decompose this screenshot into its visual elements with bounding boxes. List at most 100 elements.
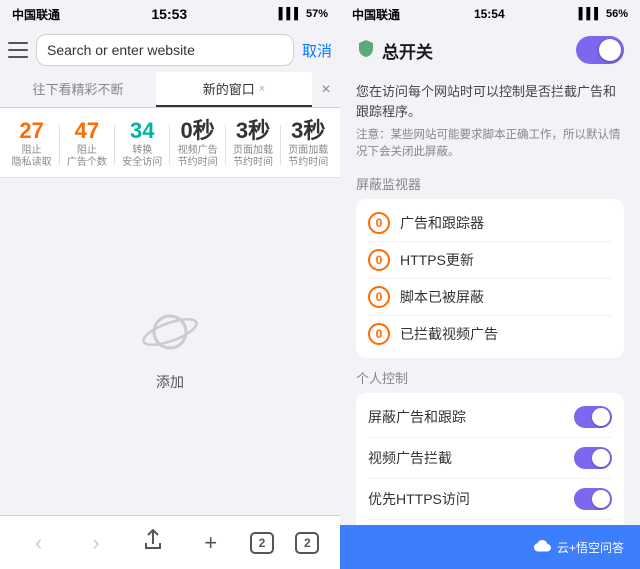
stat-item-5: 3秒 页面加载节约时间 [286, 120, 330, 169]
stat-divider-1 [114, 125, 115, 165]
left-time: 15:53 [151, 6, 187, 22]
share-icon [142, 529, 164, 556]
monitor-count-0: 0 [368, 212, 390, 234]
cloud-icon [533, 539, 551, 556]
monitor-row-3: 0 已拦截视频广告 [368, 316, 612, 352]
monitor-label-2: 脚本已被屏蔽 [400, 287, 484, 307]
monitor-row-2: 0 脚本已被屏蔽 [368, 279, 612, 316]
tab-count-badge[interactable]: 2 [250, 532, 274, 554]
monitor-label-3: 已拦截视频广告 [400, 324, 498, 344]
control-row-1: 视频广告拦截 [368, 438, 612, 479]
close-tab-button[interactable]: × [312, 72, 340, 107]
control-toggle-0[interactable] [574, 406, 612, 428]
stat-number-5: 3秒 [291, 120, 325, 142]
right-carrier: 中国联通 [352, 6, 400, 23]
tab-item-1[interactable]: 新的窗口 × [156, 72, 312, 107]
monitor-label-0: 广告和跟踪器 [400, 213, 484, 233]
right-title: 总开关 [382, 38, 433, 63]
control-section-title: 个人控制 [356, 368, 624, 387]
share-button[interactable] [135, 525, 171, 561]
left-status-bar: 中国联通 15:53 ▌▌▌ 57% [0, 0, 340, 28]
stat-item-3: 0秒 视频广告节约时间 [176, 120, 220, 169]
cancel-button[interactable]: 取消 [302, 40, 332, 61]
address-bar: 取消 [0, 28, 340, 72]
stat-number-4: 3秒 [236, 120, 270, 142]
stat-label-1: 阻止广告个数 [67, 145, 107, 169]
forward-icon: › [92, 530, 99, 556]
back-button[interactable]: ‹ [21, 525, 57, 561]
tab-count-badge-2[interactable]: 2 [295, 532, 319, 554]
control-label-1: 视频广告拦截 [368, 448, 452, 468]
left-carrier: 中国联通 [12, 6, 60, 23]
signal-icon: ▌▌▌ [279, 8, 302, 20]
note-text: 注意：某些网站可能要求脚本正确工作，所以默认情况下会关闭此屏蔽。 [356, 127, 624, 162]
add-label: 添加 [156, 372, 184, 392]
right-signal-icon: ▌▌▌ [579, 8, 602, 20]
right-panel: 中国联通 15:54 ▌▌▌ 56% 总开关 您在访问每个网站时可以控制是否拦截… [340, 0, 640, 569]
left-panel: 中国联通 15:53 ▌▌▌ 57% 取消 往下看精彩不断 新的窗口 × × [0, 0, 340, 569]
stat-number-3: 0秒 [180, 120, 214, 142]
stat-label-3: 视频广告节约时间 [178, 145, 218, 169]
stat-divider-4 [280, 125, 281, 165]
battery-icon: 57% [306, 8, 328, 20]
stat-divider-3 [225, 125, 226, 165]
monitor-card: 0 广告和跟踪器 0 HTTPS更新 0 脚本已被屏蔽 0 已拦截视频广告 [356, 199, 624, 358]
monitor-label-1: HTTPS更新 [400, 250, 474, 270]
watermark-text: 云+悟空问答 [557, 539, 624, 556]
right-header: 总开关 [340, 28, 640, 72]
left-status-icons: ▌▌▌ 57% [279, 8, 328, 20]
bottom-nav: ‹ › + 2 2 [0, 515, 340, 569]
watermark-area: 云+悟空问答 [533, 539, 624, 556]
control-card: 屏蔽广告和跟踪 视频广告拦截 优先HTTPS访问 屏蔽钓鱼网站 屏蔽脚本 [356, 393, 624, 526]
control-toggle-1[interactable] [574, 447, 612, 469]
monitor-count-2: 0 [368, 286, 390, 308]
stat-number-0: 27 [19, 120, 43, 142]
x-icon: × [321, 81, 330, 99]
stats-row: 27 阻止隐私读取 47 阻止广告个数 34 转换安全访问 0秒 视频广告节约时… [8, 120, 332, 169]
stat-label-4: 页面加载节约时间 [233, 145, 273, 169]
stat-divider-0 [59, 125, 60, 165]
main-toggle[interactable] [576, 36, 624, 64]
stat-label-5: 页面加载节约时间 [288, 145, 328, 169]
control-label-0: 屏蔽广告和跟踪 [368, 407, 466, 427]
right-time: 15:54 [474, 7, 505, 21]
tab-close-icon[interactable]: × [259, 83, 265, 95]
saturn-icon [140, 302, 200, 362]
plus-icon: + [204, 530, 217, 556]
monitor-row-0: 0 广告和跟踪器 [368, 205, 612, 242]
control-toggle-2[interactable] [574, 488, 612, 510]
right-content: 您在访问每个网站时可以控制是否拦截广告和跟踪程序。 注意：某些网站可能要求脚本正… [340, 72, 640, 525]
stat-item-0: 27 阻止隐私读取 [10, 120, 54, 169]
monitor-count-1: 0 [368, 249, 390, 271]
control-row-2: 优先HTTPS访问 [368, 479, 612, 520]
stat-label-0: 阻止隐私读取 [12, 145, 52, 169]
back-icon: ‹ [35, 530, 42, 556]
monitor-section-title: 屏蔽监视器 [356, 174, 624, 193]
right-status-icons: ▌▌▌ 56% [579, 8, 628, 20]
add-tab-button[interactable]: + [193, 525, 229, 561]
stat-number-1: 47 [75, 120, 99, 142]
stat-label-2: 转换安全访问 [122, 145, 162, 169]
tab-bar: 往下看精彩不断 新的窗口 × × [0, 72, 340, 108]
stat-divider-2 [169, 125, 170, 165]
search-box[interactable] [36, 34, 294, 66]
right-status-bar: 中国联通 15:54 ▌▌▌ 56% [340, 0, 640, 28]
stat-item-2: 34 转换安全访问 [120, 120, 164, 169]
monitor-count-3: 0 [368, 323, 390, 345]
control-label-2: 优先HTTPS访问 [368, 489, 470, 509]
control-row-0: 屏蔽广告和跟踪 [368, 397, 612, 438]
floating-bottom-bar: 云+悟空问答 [340, 525, 640, 569]
forward-button[interactable]: › [78, 525, 114, 561]
stat-number-2: 34 [130, 120, 154, 142]
right-battery-icon: 56% [606, 8, 628, 20]
shield-icon [356, 38, 376, 63]
tab-item-0[interactable]: 往下看精彩不断 [0, 72, 156, 107]
description-text: 您在访问每个网站时可以控制是否拦截广告和跟踪程序。 [356, 82, 624, 121]
hamburger-menu[interactable] [8, 42, 28, 58]
logo-area: 添加 [0, 178, 340, 515]
stat-item-1: 47 阻止广告个数 [65, 120, 109, 169]
search-input[interactable] [47, 42, 283, 58]
stats-area: 27 阻止隐私读取 47 阻止广告个数 34 转换安全访问 0秒 视频广告节约时… [0, 108, 340, 178]
monitor-row-1: 0 HTTPS更新 [368, 242, 612, 279]
stat-item-4: 3秒 页面加载节约时间 [231, 120, 275, 169]
